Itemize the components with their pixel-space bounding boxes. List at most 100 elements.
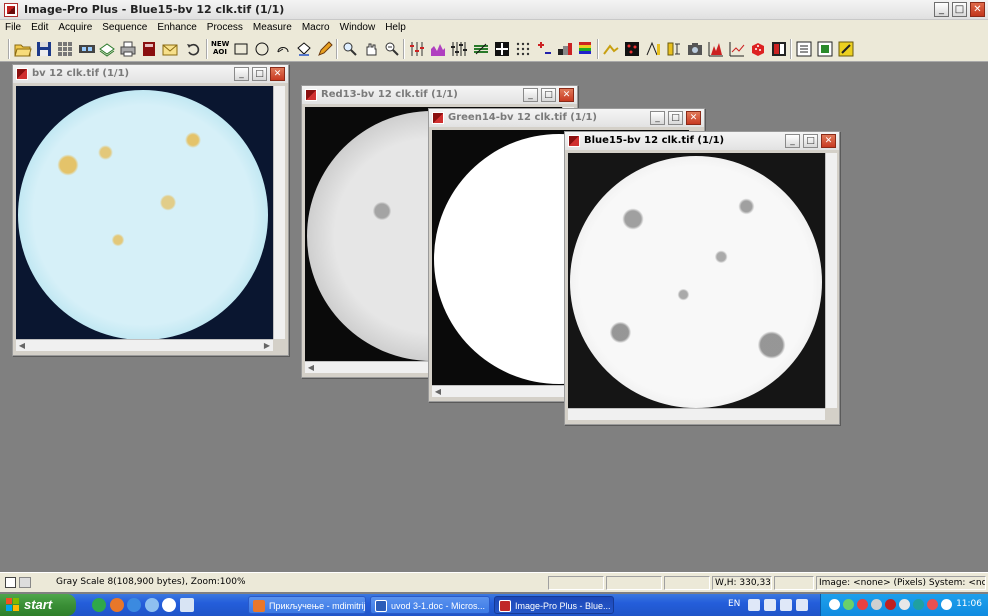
menu-macro[interactable]: Macro (297, 20, 335, 33)
menu-help[interactable]: Help (380, 20, 411, 33)
image-window-title-bar[interactable]: Blue15-bv 12 clk.tif (1/1) _ □ ✕ (565, 132, 839, 150)
menu-acquire[interactable]: Acquire (53, 20, 97, 33)
ellipse-icon[interactable] (253, 40, 271, 58)
image-window-title-bar[interactable]: Red13-bv 12 clk.tif (1/1) _ □ ✕ (302, 86, 577, 104)
app-title-bar[interactable]: Image-Pro Plus - Blue15-bv 12 clk.tif (1… (0, 0, 988, 20)
zoom-fit-icon[interactable] (383, 40, 401, 58)
settings-icon[interactable] (796, 599, 808, 611)
image-window-minimize-button[interactable]: _ (650, 111, 665, 125)
status-checkbox-icon[interactable] (5, 577, 16, 588)
image-window-blue[interactable]: Blue15-bv 12 clk.tif (1/1) _ □ ✕ (564, 131, 840, 425)
menu-edit[interactable]: Edit (26, 20, 53, 33)
minimize-button[interactable]: _ (934, 2, 949, 17)
macro-icon[interactable] (795, 40, 813, 58)
language-indicator[interactable]: EN (728, 599, 740, 609)
printer-icon[interactable] (899, 599, 910, 610)
equalizer-icon[interactable] (450, 40, 468, 58)
image-window-close-button[interactable]: ✕ (270, 67, 285, 81)
alert-icon[interactable] (885, 599, 896, 610)
count-icon[interactable] (623, 40, 641, 58)
film-icon[interactable] (78, 40, 96, 58)
sliders-icon[interactable] (408, 40, 426, 58)
menu-enhance[interactable]: Enhance (152, 20, 201, 33)
menu-file[interactable]: File (0, 20, 26, 33)
dice-icon[interactable] (749, 40, 767, 58)
print-icon[interactable] (119, 40, 137, 58)
horizontal-scrollbar[interactable] (568, 408, 825, 420)
quicklaunch-firefox-icon[interactable] (110, 598, 124, 612)
quicklaunch-ie-icon[interactable] (127, 598, 141, 612)
histogram-icon[interactable] (429, 40, 447, 58)
quicklaunch-media-icon[interactable] (162, 598, 176, 612)
align-icon[interactable] (644, 40, 662, 58)
vertical-scrollbar[interactable] (825, 153, 837, 408)
close-button[interactable]: ✕ (970, 2, 985, 17)
quicklaunch-explorer-icon[interactable] (145, 598, 159, 612)
image-canvas[interactable] (16, 86, 273, 339)
undo-icon[interactable] (185, 40, 203, 58)
image-window-title-bar[interactable]: bv 12 clk.tif (1/1) _ □ ✕ (13, 65, 288, 83)
mail-icon[interactable] (161, 40, 179, 58)
scroll-left-icon[interactable]: ◀ (432, 386, 444, 397)
save-icon[interactable] (35, 40, 53, 58)
image-window-maximize-button[interactable]: □ (541, 88, 556, 102)
freeform-icon[interactable] (274, 40, 292, 58)
image-window-maximize-button[interactable]: □ (252, 67, 267, 81)
grid-icon[interactable] (56, 40, 74, 58)
pencil-icon[interactable] (316, 40, 334, 58)
usb-icon[interactable] (871, 599, 882, 610)
menu-window[interactable]: Window (335, 20, 381, 33)
maximize-button[interactable]: □ (952, 2, 967, 17)
image-window-original[interactable]: bv 12 clk.tif (1/1) _ □ ✕ ◀ ▶ (12, 64, 289, 356)
image-window-maximize-button[interactable]: □ (803, 134, 818, 148)
rectangle-icon[interactable] (232, 40, 250, 58)
grid-dots-icon[interactable] (514, 40, 532, 58)
menu-process[interactable]: Process (202, 20, 248, 33)
color-bars-icon[interactable] (576, 40, 594, 58)
measure-icon[interactable] (602, 40, 620, 58)
plus-minus-icon[interactable] (535, 40, 553, 58)
status-window-icon[interactable] (19, 577, 31, 588)
vertical-scrollbar[interactable] (273, 86, 285, 339)
book-icon[interactable] (140, 40, 158, 58)
fill-icon[interactable] (295, 40, 313, 58)
network-icon[interactable] (843, 599, 854, 610)
image-canvas[interactable] (568, 153, 825, 408)
scroll-right-icon[interactable]: ▶ (261, 340, 273, 351)
taskbar-item-firefox[interactable]: Прикључење - mdimitrij... (248, 596, 366, 614)
hand-icon[interactable] (362, 40, 380, 58)
wand-icon[interactable] (837, 40, 855, 58)
image-window-close-button[interactable]: ✕ (559, 88, 574, 102)
wireless-icon[interactable] (927, 599, 938, 610)
antivirus-icon[interactable] (857, 599, 868, 610)
menu-measure[interactable]: Measure (248, 20, 297, 33)
quicklaunch-browser-icon[interactable] (92, 598, 106, 612)
monitor-icon[interactable] (764, 599, 776, 611)
script-icon[interactable] (816, 40, 834, 58)
chart-icon[interactable] (707, 40, 725, 58)
menu-sequence[interactable]: Sequence (97, 20, 152, 33)
start-button[interactable]: start (0, 594, 76, 616)
layers-icon[interactable] (98, 40, 116, 58)
horizontal-scrollbar[interactable]: ◀ ▶ (16, 339, 273, 351)
chat-icon[interactable] (829, 599, 840, 610)
volume-icon[interactable] (941, 599, 952, 610)
new-aoi-icon[interactable]: NEW AOI (211, 40, 229, 58)
report-icon[interactable] (770, 40, 788, 58)
scroll-left-icon[interactable]: ◀ (16, 340, 28, 351)
image-window-close-button[interactable]: ✕ (821, 134, 836, 148)
camera-icon[interactable] (686, 40, 704, 58)
pen-icon[interactable] (748, 599, 760, 611)
taskbar-item-imagepro[interactable]: Image-Pro Plus - Blue... (494, 596, 614, 614)
image-window-close-button[interactable]: ✕ (686, 111, 701, 125)
open-icon[interactable] (14, 40, 32, 58)
quicklaunch-desktop-icon[interactable] (180, 598, 194, 612)
help-icon[interactable] (780, 599, 792, 611)
calibrate-icon[interactable] (665, 40, 683, 58)
taskbar-item-word[interactable]: uvod 3-1.doc - Micros... (370, 596, 490, 614)
crosshair-icon[interactable] (493, 40, 511, 58)
image-window-minimize-button[interactable]: _ (234, 67, 249, 81)
scatter-icon[interactable] (728, 40, 746, 58)
image-window-maximize-button[interactable]: □ (668, 111, 683, 125)
image-window-title-bar[interactable]: Green14-bv 12 clk.tif (1/1) _ □ ✕ (429, 109, 704, 127)
